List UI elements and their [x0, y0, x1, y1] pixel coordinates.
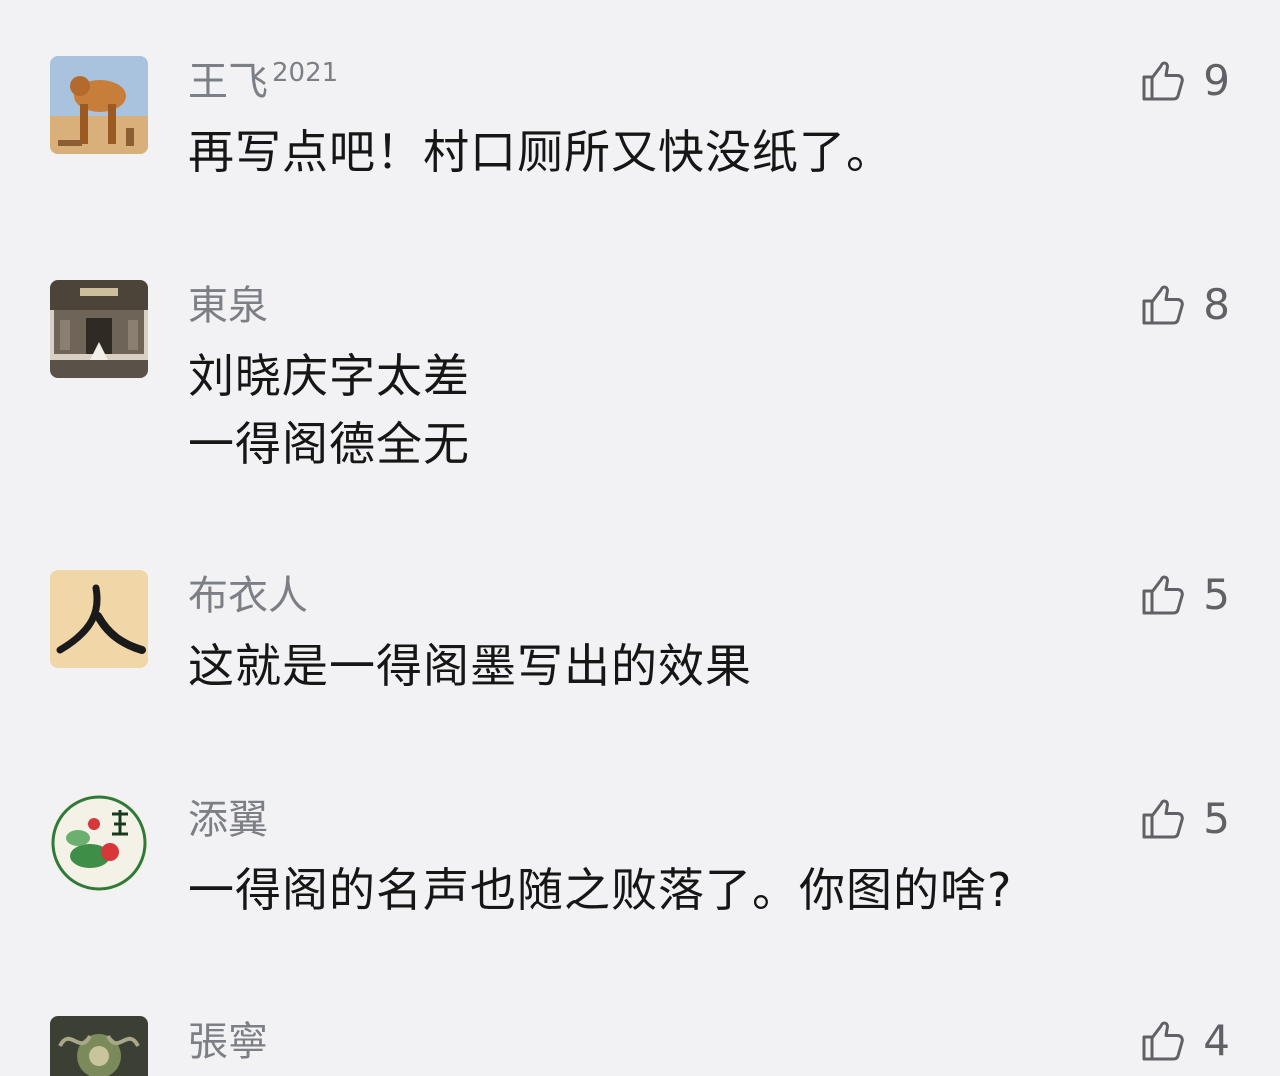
temple-photo-avatar [50, 280, 148, 378]
like-button[interactable]: 5 [1139, 794, 1230, 844]
username-text: 東泉 [188, 283, 268, 329]
avatar[interactable] [50, 570, 148, 668]
username-suffix: 2021 [272, 58, 339, 88]
ornament-avatar [50, 1016, 148, 1076]
like-count: 4 [1203, 1016, 1230, 1065]
username[interactable]: 添翼 [188, 796, 268, 844]
comment-list: 王飞 2021 再写点吧！村口厕所又快没纸了。 9 東泉 刘晓庆字太差 一得阁德… [0, 0, 1280, 1076]
thumbs-up-icon [1142, 285, 1185, 325]
avatar[interactable] [50, 56, 148, 154]
username-text: 添翼 [188, 797, 268, 843]
thumbs-up-icon [1142, 61, 1185, 101]
like-count: 9 [1203, 56, 1230, 105]
like-count: 8 [1203, 280, 1230, 329]
comment-text: 这就是一得阁墨写出的效果 [188, 639, 752, 693]
like-button[interactable]: 5 [1139, 570, 1230, 620]
thumbs-up-icon [1142, 1021, 1185, 1061]
like-button[interactable]: 9 [1139, 56, 1230, 106]
like-button[interactable]: 8 [1139, 280, 1230, 330]
like-count: 5 [1203, 794, 1230, 843]
username[interactable]: 張寧 [188, 1018, 268, 1066]
lotus-painting-avatar [50, 794, 148, 892]
comment-text: 再写点吧！村口厕所又快没纸了。 [188, 125, 893, 179]
thumbs-up-icon [1142, 575, 1185, 615]
like-count: 5 [1203, 570, 1230, 619]
like-button[interactable]: 4 [1139, 1016, 1230, 1066]
username-text: 張寧 [188, 1019, 268, 1065]
thumbs-up-icon [1142, 799, 1185, 839]
comment-text: 一得阁的名声也随之败落了。你图的啥? [188, 863, 1013, 917]
username[interactable]: 布衣人 [188, 572, 308, 620]
camel-sand-avatar [50, 56, 148, 154]
avatar[interactable] [50, 794, 148, 892]
comment-text: 刘晓庆字太差 一得阁德全无 [188, 349, 470, 471]
username-text: 布衣人 [188, 573, 308, 619]
ren-character-avatar [50, 570, 148, 668]
username[interactable]: 東泉 [188, 282, 268, 330]
username[interactable]: 王飞 2021 [188, 58, 338, 111]
username-text: 王飞 [188, 59, 268, 105]
avatar[interactable] [50, 1016, 148, 1076]
avatar[interactable] [50, 280, 148, 378]
